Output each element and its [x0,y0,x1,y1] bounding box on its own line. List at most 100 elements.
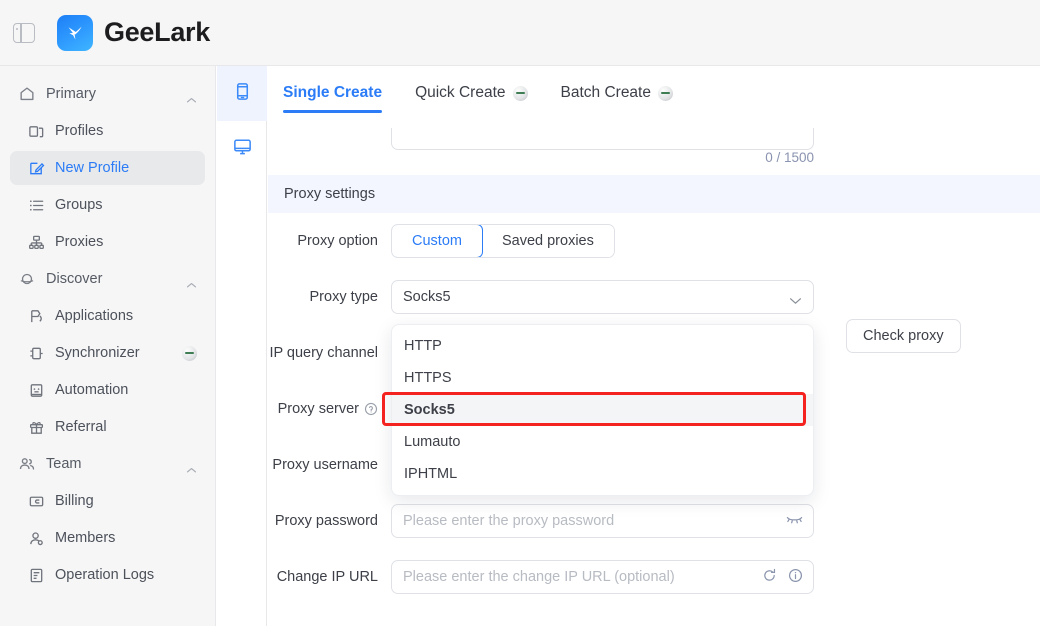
tab-badge-icon [512,85,528,101]
sidebar-item-new-profile[interactable]: New Profile [10,151,205,185]
sidebar-toggle-icon[interactable] [13,22,35,43]
help-circle-icon[interactable] [364,402,378,416]
billing-icon [28,493,45,510]
dropdown-option-socks5[interactable]: Socks5 [392,394,813,426]
team-icon [18,455,36,473]
proxy-option-segmented-control: Custom Saved proxies [391,224,615,258]
dropdown-option-lumauto[interactable]: Lumauto [392,426,813,458]
sidebar-group-team[interactable]: Team [10,447,205,481]
sidebar-item-operation-logs[interactable]: Operation Logs [10,558,205,592]
sidebar-group-primary[interactable]: Primary [10,77,205,111]
change-ip-url-placeholder: Please enter the change IP URL (optional… [403,569,675,585]
change-ip-url-field: Please enter the change IP URL (optional… [391,560,814,594]
sidebar-item-label: Synchronizer [55,345,140,361]
proxy-type-select[interactable]: Socks5 [391,280,814,314]
chevron-up-icon [186,276,197,287]
mobile-phone-icon [232,81,253,107]
sidebar-item-members[interactable]: Members [10,521,205,555]
create-mode-tabs: Single Create Quick Create Batch Create [268,66,1040,121]
dropdown-option-http[interactable]: HTTP [392,330,813,362]
sidebar-item-label: Referral [55,419,107,435]
rail-item-desktop[interactable] [217,121,267,176]
tab-label: Quick Create [415,84,506,101]
sidebar-item-label: Proxies [55,234,104,250]
applications-icon [28,308,45,325]
sidebar-item-label: Profiles [55,123,104,139]
geelark-logo-icon [57,14,93,51]
proxy-username-label: Proxy username [272,457,378,473]
sidebar-item-profiles[interactable]: Profiles [10,114,205,148]
sidebar-group-label: Primary [46,86,96,102]
sidebar-item-groups[interactable]: Groups [10,188,205,222]
row-proxy-option: Proxy option Custom Saved proxies [268,213,1040,269]
sidebar-item-label: New Profile [55,160,130,176]
sidebar-item-referral[interactable]: Referral [10,410,205,444]
section-title: Proxy settings [284,186,376,202]
proxy-option-saved-proxies-button[interactable]: Saved proxies [481,225,614,257]
tab-label: Single Create [283,84,383,101]
eye-closed-icon[interactable] [786,513,803,529]
check-proxy-button[interactable]: Check proxy [846,319,961,353]
discover-icon [18,270,36,288]
sidebar-item-synchronizer[interactable]: Synchronizer [10,336,205,370]
row-change-ip-url: Change IP URL Please enter the change IP… [268,549,1040,605]
tab-quick-create[interactable]: Quick Create [415,84,528,113]
info-circle-icon[interactable] [788,568,803,587]
remark-char-counter: 0 / 1500 [765,150,814,165]
sidebar-group-label: Team [46,456,82,472]
proxy-type-value: Socks5 [403,289,451,305]
change-ip-url-input[interactable]: Please enter the change IP URL (optional… [391,560,814,594]
refresh-icon[interactable] [762,568,777,587]
sidebar-item-label: Groups [55,197,103,213]
proxy-type-label: Proxy type [309,289,379,305]
desktop-monitor-icon [232,136,253,162]
tab-single-create[interactable]: Single Create [283,84,383,113]
sidebar-item-billing[interactable]: Billing [10,484,205,518]
automation-icon [28,382,45,399]
row-proxy-password: Proxy password Please enter the proxy pa… [268,493,1040,549]
groups-icon [28,197,45,214]
dropdown-option-https[interactable]: HTTPS [392,362,813,394]
sidebar-item-label: Members [55,530,116,546]
chevron-up-icon [186,461,197,472]
sidebar-item-label: Applications [55,308,134,324]
top-bar: GeeLark [0,0,1040,66]
proxy-password-placeholder: Please enter the proxy password [403,513,615,529]
sidebar-item-applications[interactable]: Applications [10,299,205,333]
members-icon [28,530,45,547]
proxy-password-field: Please enter the proxy password [391,504,814,538]
remark-textarea[interactable] [391,128,814,150]
proxy-settings-section-header: Proxy settings [268,175,1040,213]
change-ip-url-label: Change IP URL [276,569,378,585]
brand-name: GeeLark [104,17,210,47]
sidebar: Primary Profiles New Profile Groups Prox… [0,66,216,626]
proxy-password-label: Proxy password [274,513,378,529]
sidebar-item-label: Billing [55,493,94,509]
home-icon [18,85,36,103]
proxy-option-custom-button[interactable]: Custom [391,225,483,257]
sidebar-group-label: Discover [46,271,103,287]
rail-item-mobile[interactable] [217,66,267,121]
dropdown-option-iphtml[interactable]: IPHTML [392,458,813,490]
referral-icon [28,419,45,436]
sidebar-item-label: Automation [55,382,129,398]
proxy-server-label-text: Proxy server [277,401,359,417]
sidebar-item-proxies[interactable]: Proxies [10,225,205,259]
tab-badge-icon [657,85,673,101]
proxy-option-label: Proxy option [297,233,378,249]
row-proxy-type: Proxy type Socks5 [268,269,1040,325]
proxies-icon [28,234,45,251]
sidebar-item-label: Operation Logs [55,567,155,583]
sidebar-item-automation[interactable]: Automation [10,373,205,407]
proxy-type-field: Socks5 [391,280,814,314]
ip-query-channel-label: IP query channel [269,345,378,361]
chevron-down-icon [789,293,802,304]
operation-logs-icon [28,567,45,584]
device-type-rail [217,66,267,626]
chevron-up-icon [186,91,197,102]
proxy-type-dropdown: HTTP HTTPS Socks5 Lumauto IPHTML [391,324,814,496]
tab-batch-create[interactable]: Batch Create [561,84,673,113]
profiles-icon [28,123,45,140]
proxy-password-input[interactable]: Please enter the proxy password [391,504,814,538]
sidebar-group-discover[interactable]: Discover [10,262,205,296]
